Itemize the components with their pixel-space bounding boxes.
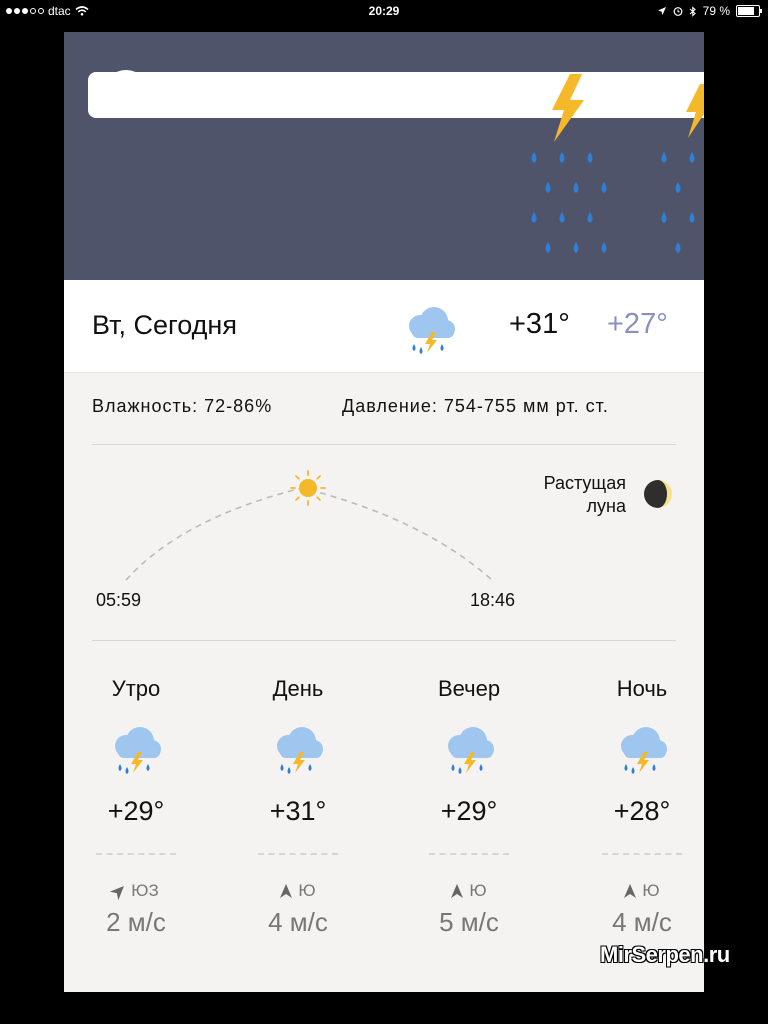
raindrop-icon bbox=[675, 182, 681, 193]
wind-arrow-icon bbox=[624, 884, 637, 898]
period-name: Ночь bbox=[616, 676, 668, 701]
period-column[interactable]: Ночь +28° Ю 4 м/с bbox=[562, 662, 704, 938]
wind-direction-label: Ю bbox=[642, 881, 660, 900]
wind-speed: 2 м/с bbox=[106, 907, 166, 937]
raindrop-icon bbox=[559, 152, 565, 163]
wind-speed: 4 м/с bbox=[268, 907, 328, 937]
alarm-icon bbox=[673, 7, 683, 16]
moon-phase-line1: Растущая bbox=[543, 473, 626, 493]
location-icon bbox=[657, 7, 666, 15]
moon-phase-label: Растущая луна bbox=[504, 472, 626, 518]
divider bbox=[92, 640, 676, 641]
bluetooth-icon bbox=[689, 5, 696, 17]
period-divider bbox=[258, 853, 338, 855]
period-temp: +29° bbox=[440, 796, 498, 826]
raindrop-icon bbox=[661, 212, 667, 223]
wind-speed: 4 м/с bbox=[612, 907, 672, 937]
period-name: Утро bbox=[111, 676, 161, 701]
today-label: Вт, Сегодня bbox=[92, 310, 237, 340]
sunrise-time: 05:59 bbox=[96, 590, 142, 610]
wind-arrow-icon bbox=[280, 884, 293, 898]
raindrop-icon bbox=[573, 182, 579, 193]
wind-direction-label: ЮЗ bbox=[131, 881, 159, 900]
watermark: MirSerpen.ru bbox=[600, 942, 730, 967]
raindrop-icon bbox=[559, 212, 565, 223]
raindrop-icon bbox=[587, 212, 593, 223]
cloud-icon bbox=[88, 70, 704, 118]
weather-hero-illustration bbox=[64, 32, 704, 280]
wind-direction: Ю bbox=[562, 881, 704, 901]
humidity-value: 72-86% bbox=[204, 396, 273, 416]
wind-arrow-icon bbox=[110, 886, 125, 901]
today-temp-high: +31° bbox=[509, 308, 570, 340]
humidity-label: Влажность: bbox=[92, 396, 199, 416]
wind-direction-label: Ю bbox=[469, 881, 487, 900]
pressure-value: 754-755 bbox=[443, 396, 517, 416]
weather-panel: Вт, Сегодня +31° +27° Влажность: 72-86% … bbox=[64, 32, 704, 992]
period-name: День bbox=[272, 676, 324, 701]
sun-arc bbox=[125, 470, 493, 581]
thunderstorm-icon bbox=[64, 724, 216, 784]
raindrop-icon bbox=[675, 242, 681, 253]
period-divider bbox=[602, 853, 682, 855]
period-column[interactable]: Вечер +29° Ю 5 м/с bbox=[389, 662, 549, 938]
period-temp: +29° bbox=[107, 796, 165, 826]
details-row: Влажность: 72-86% Давление: 754-755 мм р… bbox=[92, 396, 676, 417]
raindrop-icon bbox=[531, 212, 537, 223]
pressure-unit: мм рт. ст. bbox=[522, 396, 609, 416]
raindrop-icon bbox=[545, 182, 551, 193]
status-bar: dtac 20:29 79 % bbox=[0, 0, 768, 22]
thunderstorm-icon bbox=[562, 724, 704, 784]
raindrop-icon bbox=[531, 152, 695, 253]
sunset-time: 18:46 bbox=[470, 590, 516, 610]
wind-direction: ЮЗ bbox=[64, 881, 216, 901]
wind-direction-label: Ю bbox=[298, 881, 316, 900]
waxing-moon-icon bbox=[644, 480, 672, 508]
battery-percent: 79 % bbox=[702, 4, 730, 18]
thunderstorm-icon bbox=[402, 304, 458, 359]
raindrop-icon bbox=[587, 152, 593, 163]
period-temp: +31° bbox=[269, 796, 327, 826]
raindrop-icon bbox=[661, 152, 667, 163]
raindrop-icon bbox=[689, 152, 695, 163]
battery-icon bbox=[736, 5, 762, 17]
period-divider bbox=[96, 853, 176, 855]
pressure-block: Давление: 754-755 мм рт. ст. bbox=[342, 396, 609, 417]
raindrop-icon bbox=[545, 242, 551, 253]
today-summary-row[interactable]: Вт, Сегодня +31° +27° bbox=[64, 280, 704, 373]
pressure-label: Давление: bbox=[342, 396, 438, 416]
divider bbox=[92, 444, 676, 445]
period-temp: +28° bbox=[613, 796, 671, 826]
raindrop-icon bbox=[601, 242, 607, 253]
wind-direction: Ю bbox=[218, 881, 378, 901]
raindrop-icon bbox=[601, 182, 607, 193]
status-time: 20:29 bbox=[368, 4, 400, 18]
period-divider bbox=[429, 853, 509, 855]
sun-icon bbox=[290, 470, 326, 506]
today-temp-low: +27° bbox=[607, 308, 668, 340]
period-column[interactable]: Утро +29° ЮЗ 2 м/с bbox=[64, 662, 216, 938]
status-right: 79 % bbox=[657, 4, 762, 18]
wind-direction: Ю bbox=[389, 881, 549, 901]
thunderstorm-icon bbox=[218, 724, 378, 784]
raindrop-icon bbox=[531, 152, 537, 163]
raindrop-icon bbox=[689, 212, 695, 223]
wind-arrow-icon bbox=[451, 884, 464, 898]
period-name: Вечер bbox=[437, 676, 501, 701]
raindrop-icon bbox=[573, 242, 579, 253]
thunderstorm-icon bbox=[389, 724, 549, 784]
moon-phase-line2: луна bbox=[586, 496, 626, 516]
wind-speed: 5 м/с bbox=[439, 907, 499, 937]
period-column[interactable]: День +31° Ю 4 м/с bbox=[218, 662, 378, 938]
